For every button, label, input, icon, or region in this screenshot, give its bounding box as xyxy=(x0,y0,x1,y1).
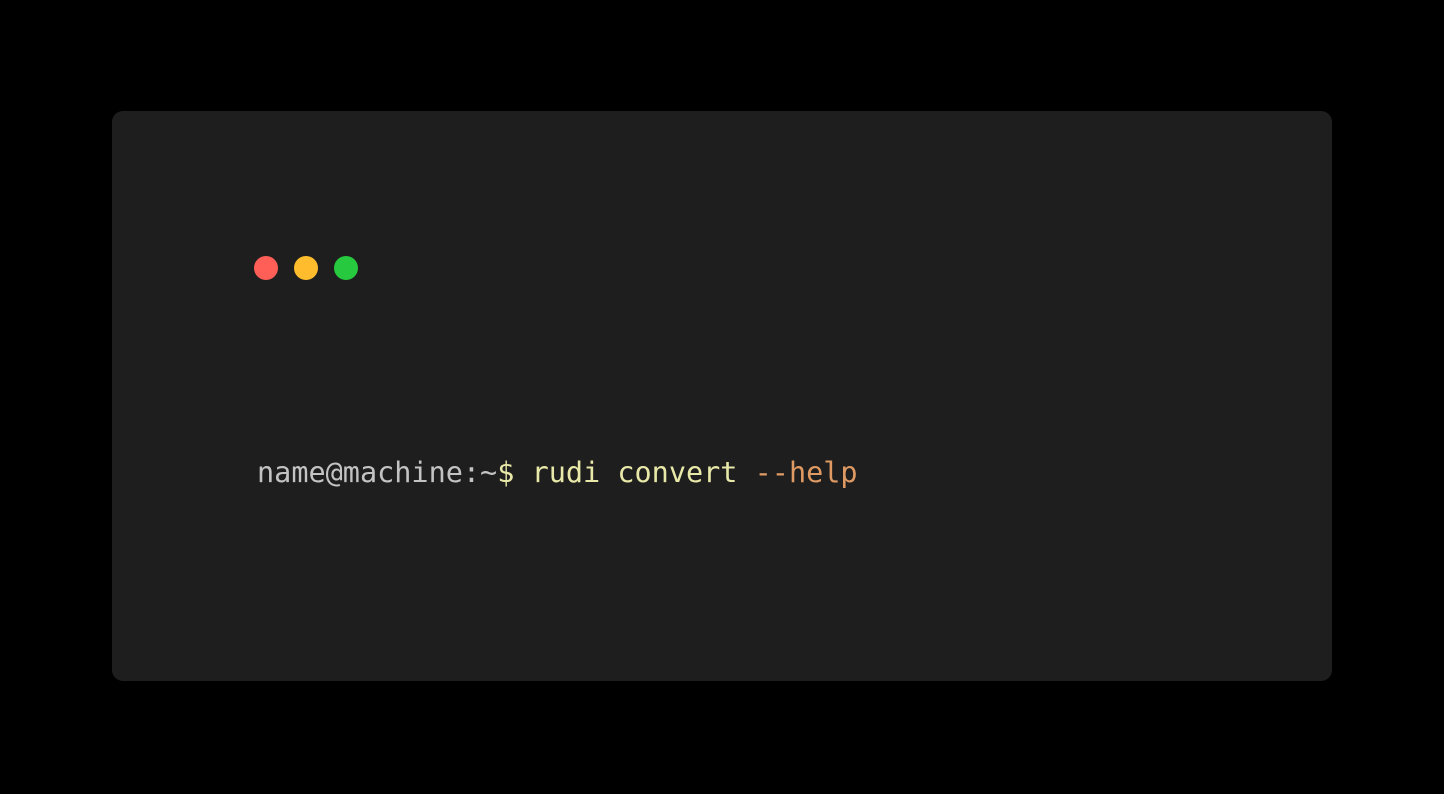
prompt-symbol: $ xyxy=(497,456,515,489)
prompt-space-2 xyxy=(737,456,754,489)
screen: name@machine:~$ rudi convert --help Usag… xyxy=(0,0,1444,794)
prompt-line: name@machine:~$ rudi convert --help xyxy=(257,452,1332,494)
terminal-titlebar xyxy=(112,111,1332,203)
prompt-space-1 xyxy=(514,456,531,489)
terminal-window: name@machine:~$ rudi convert --help Usag… xyxy=(112,111,1332,681)
prompt-command: rudi convert xyxy=(531,456,738,489)
close-button[interactable] xyxy=(254,256,278,280)
prompt-flag: --help xyxy=(754,456,858,489)
minimize-button[interactable] xyxy=(294,256,318,280)
maximize-button[interactable] xyxy=(334,256,358,280)
prompt-user-host: name@machine:~ xyxy=(257,456,498,489)
terminal-output[interactable]: name@machine:~$ rudi convert --help Usag… xyxy=(257,326,1332,681)
